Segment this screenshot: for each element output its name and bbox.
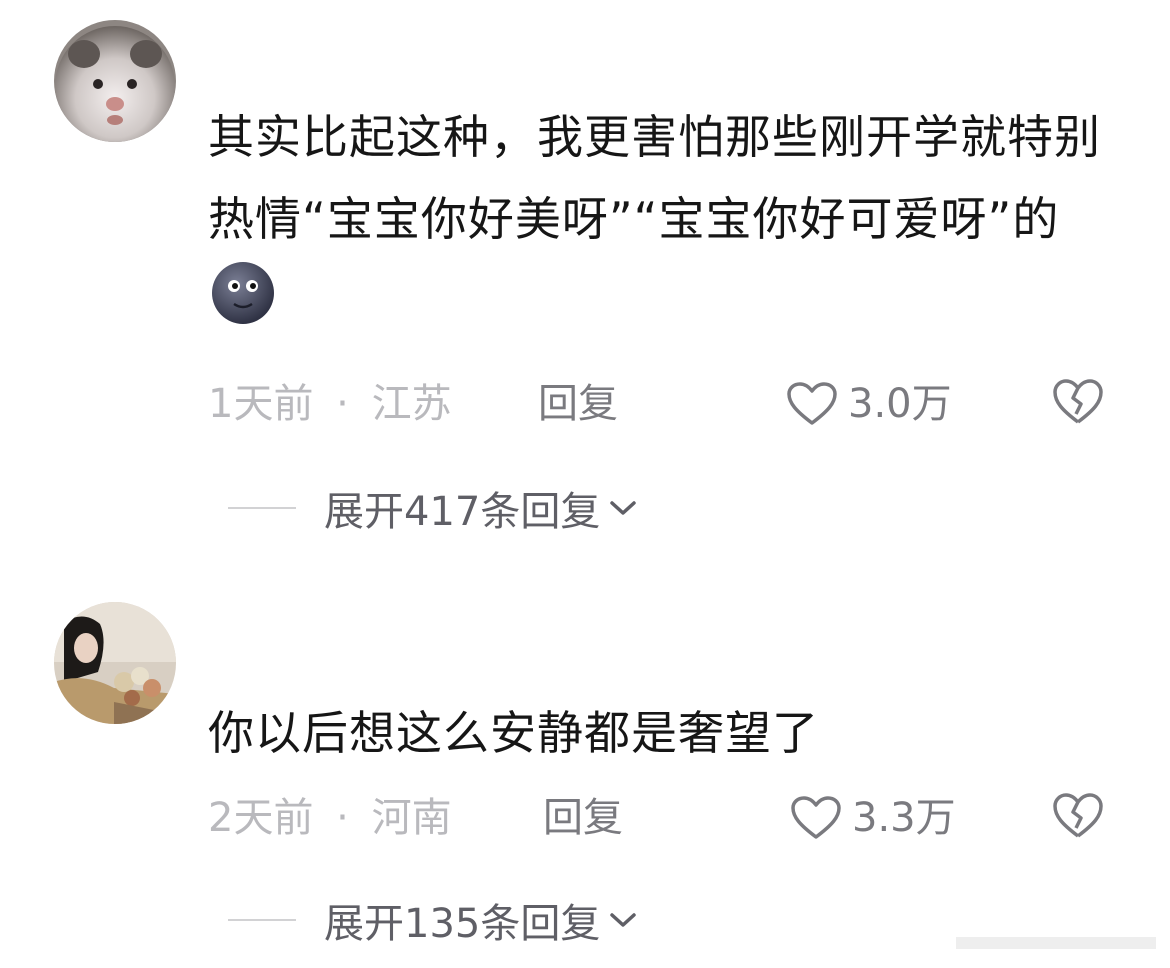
divider-line bbox=[228, 507, 296, 509]
meta-separator: · bbox=[336, 795, 349, 841]
dislike-button[interactable] bbox=[1052, 378, 1104, 430]
like-button[interactable]: 3.0万 bbox=[786, 374, 952, 434]
comment-text: 其实比起这种，我更害怕那些刚开学就特别热情“宝宝你好美呀”“宝宝你好可爱呀”的 bbox=[208, 96, 1108, 351]
dislike-button[interactable] bbox=[1052, 792, 1104, 844]
reply-button[interactable]: 回复 bbox=[543, 788, 623, 848]
new-moon-face-emoji-icon bbox=[210, 260, 276, 351]
like-count: 3.0万 bbox=[848, 381, 952, 427]
comment-text-content: 其实比起这种，我更害怕那些刚开学就特别热情“宝宝你好美呀”“宝宝你好可爱呀”的 bbox=[208, 110, 1101, 246]
comment-text-content: 你以后想这么安静都是奢望了 bbox=[208, 706, 819, 760]
meta-separator: · bbox=[336, 381, 349, 427]
expand-replies-button[interactable]: 展开135条回复 bbox=[228, 890, 638, 950]
chevron-down-icon bbox=[610, 913, 637, 927]
expand-replies-label: 展开135条回复 bbox=[324, 901, 601, 947]
girl-avatar-image bbox=[54, 602, 176, 724]
expand-replies-label: 展开417条回复 bbox=[324, 489, 601, 535]
avatar[interactable] bbox=[54, 20, 176, 142]
location: 河南 bbox=[371, 795, 452, 841]
comment-meta: 1天前 · 江苏 bbox=[208, 374, 452, 434]
comment-text: 你以后想这么安静都是奢望了 bbox=[208, 692, 1108, 774]
like-button[interactable]: 3.3万 bbox=[790, 788, 956, 848]
divider-line bbox=[228, 919, 296, 921]
expand-replies-button[interactable]: 展开417条回复 bbox=[228, 478, 638, 538]
broken-heart-icon bbox=[1053, 379, 1103, 424]
comment-meta: 2天前 · 河南 bbox=[208, 788, 452, 848]
broken-heart-icon bbox=[1053, 793, 1103, 838]
heart-icon bbox=[787, 382, 837, 425]
timestamp: 2天前 bbox=[208, 795, 314, 841]
hamster-avatar-image bbox=[54, 20, 176, 142]
watermark bbox=[956, 933, 1156, 958]
reply-button[interactable]: 回复 bbox=[538, 374, 618, 434]
watermark-mark-icon bbox=[956, 937, 1156, 949]
location: 江苏 bbox=[371, 381, 452, 427]
chevron-down-icon bbox=[610, 501, 637, 515]
timestamp: 1天前 bbox=[208, 381, 314, 427]
like-count: 3.3万 bbox=[852, 795, 956, 841]
avatar[interactable] bbox=[54, 602, 176, 724]
heart-icon bbox=[791, 796, 841, 839]
